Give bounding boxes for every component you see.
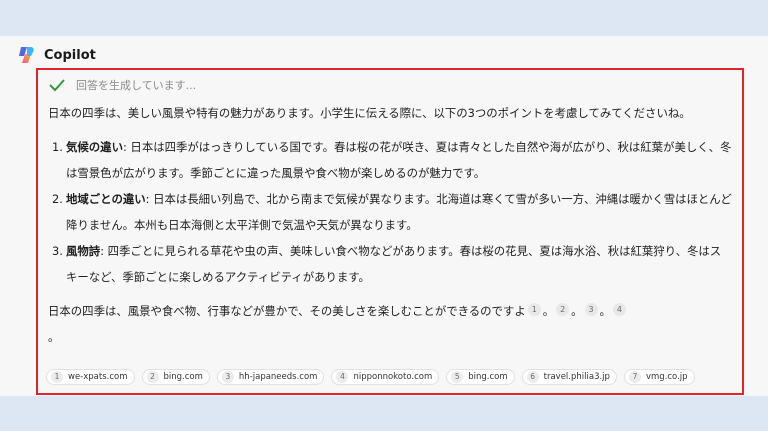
list-item: 3. 風物詩: 四季ごとに見られる草花や虫の声、美味しい食べ物などがあります。春… xyxy=(48,238,732,290)
citation-2[interactable]: 2 xyxy=(556,303,570,316)
source-label: travel.philia3.jp xyxy=(543,372,610,382)
source-chip[interactable]: 4 nipponnokoto.com xyxy=(331,369,440,385)
list-item: 2. 地域ごとの違い: 日本は長細い列島で、北から南まで気候が異なります。北海道… xyxy=(48,186,732,238)
source-label: hh-japaneeds.com xyxy=(238,372,318,382)
copilot-logo-icon xyxy=(19,47,34,63)
source-label: vmg.co.jp xyxy=(645,372,688,382)
brand-name: Copilot xyxy=(44,47,96,63)
generation-status: 回答を生成しています... xyxy=(48,76,196,94)
point-term: 気候の違い xyxy=(66,140,123,154)
citation-3[interactable]: 3 xyxy=(584,303,598,316)
citation-1[interactable]: 1 xyxy=(527,303,541,316)
source-chips: 1 we-xpats.com 2 bing.com 3 hh-japaneeds.co… xyxy=(46,369,695,385)
closing-text: 日本の四季は、風景や食べ物、行事などが豊かで、その美しさを楽しむことができるので… xyxy=(48,304,526,318)
list-number: 1. xyxy=(52,140,63,154)
status-text: 回答を生成しています... xyxy=(76,79,197,92)
source-chip[interactable]: 3 hh-japaneeds.com xyxy=(216,369,325,385)
source-index: 7 xyxy=(628,371,641,383)
source-chip[interactable]: 7 vmg.co.jp xyxy=(623,369,695,385)
point-term: 風物詩 xyxy=(66,244,101,258)
source-chip[interactable]: 1 we-xpats.com xyxy=(46,369,135,385)
source-index: 4 xyxy=(336,371,349,383)
intro-paragraph: 日本の四季は、美しい風景や特有の魅力があります。小学生に伝える際に、以下の3つの… xyxy=(48,106,691,120)
point-text: : 四季ごとに見られる草花や虫の声、美味しい食べ物などがあります。春は桜の花見、… xyxy=(66,244,722,284)
list-number: 3. xyxy=(52,244,63,258)
list-number: 2. xyxy=(52,192,63,206)
copilot-header: Copilot xyxy=(16,44,96,66)
points-list: 1. 気候の違い: 日本は四季がはっきりしている国です。春は桜の花が咲き、夏は青… xyxy=(48,134,732,290)
source-index: 2 xyxy=(146,371,159,383)
citation-separator: 。 xyxy=(571,304,583,318)
source-label: we-xpats.com xyxy=(68,372,128,382)
citation-4[interactable]: 4 xyxy=(612,303,626,316)
response-highlight-box: 回答を生成しています... 日本の四季は、美しい風景や特有の魅力があります。小学… xyxy=(36,68,744,395)
source-chip[interactable]: 5 bing.com xyxy=(446,369,515,385)
source-chip[interactable]: 6 travel.philia3.jp xyxy=(521,369,617,385)
source-index: 6 xyxy=(526,371,539,383)
point-text: : 日本は四季がはっきりしている国です。春は桜の花が咲き、夏は青々とした自然や海… xyxy=(66,140,732,180)
checkmark-icon xyxy=(49,79,65,92)
chat-panel: Copilot 回答を生成しています... 日本の四季は、美しい風景や特有の魅力… xyxy=(0,36,768,396)
source-index: 5 xyxy=(451,371,464,383)
source-label: nipponnokoto.com xyxy=(353,372,433,382)
source-label: bing.com xyxy=(163,372,203,382)
source-index: 3 xyxy=(221,371,234,383)
citation-separator: 。 xyxy=(599,304,611,318)
citation-separator: 。 xyxy=(48,330,60,344)
closing-paragraph: 日本の四季は、風景や食べ物、行事などが豊かで、その美しさを楽しむことができるので… xyxy=(48,298,732,350)
point-text: : 日本は長細い列島で、北から南まで気候が異なります。北海道は寒くて雪が多い一方… xyxy=(66,192,732,232)
source-chip[interactable]: 2 bing.com xyxy=(141,369,210,385)
point-term: 地域ごとの違い xyxy=(66,192,146,206)
citation-separator: 。 xyxy=(542,304,555,318)
response-content: 日本の四季は、美しい風景や特有の魅力があります。小学生に伝える際に、以下の3つの… xyxy=(48,100,732,350)
source-index: 1 xyxy=(51,371,63,383)
source-label: bing.com xyxy=(468,372,508,382)
list-item: 1. 気候の違い: 日本は四季がはっきりしている国です。春は桜の花が咲き、夏は青… xyxy=(48,134,732,186)
